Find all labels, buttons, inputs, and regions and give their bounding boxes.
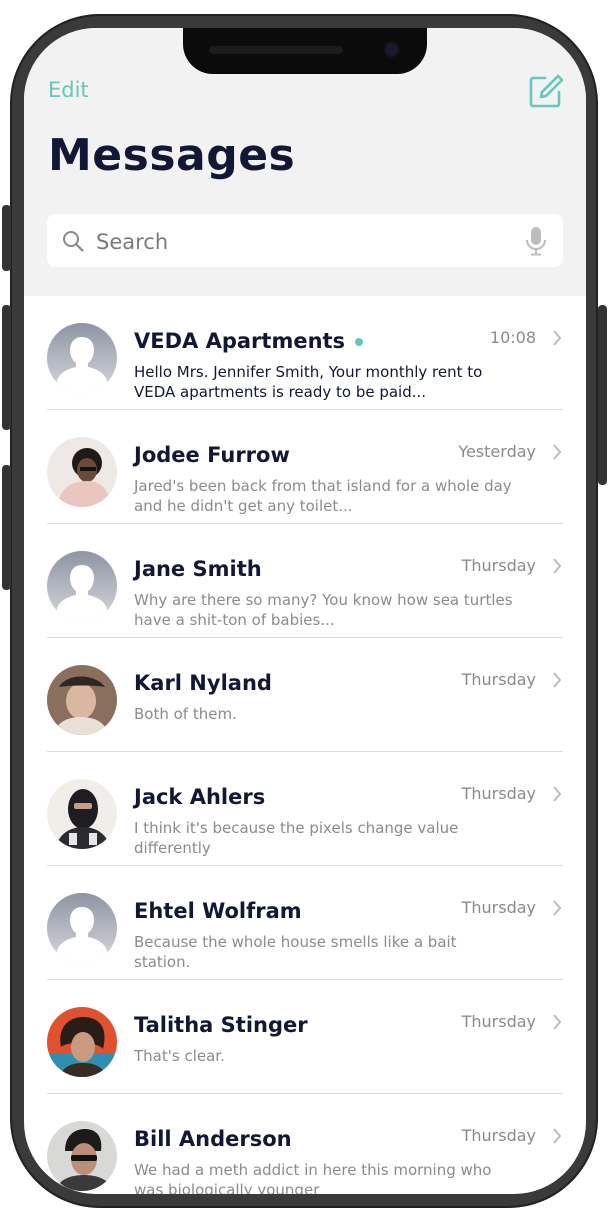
phone-notch: [183, 28, 427, 74]
message-preview: We had a meth addict in here this mornin…: [134, 1161, 492, 1194]
phone-screen: Edit Messages Search VEDA Apartments 10:…: [24, 28, 586, 1194]
avatar-placeholder: [47, 323, 117, 393]
chevron-right-icon: [553, 1128, 562, 1144]
message-time: Thursday: [461, 1012, 536, 1031]
unread-indicator: [355, 338, 364, 346]
chevron-right-icon: [553, 558, 562, 574]
contact-name: Jack Ahlers: [134, 785, 266, 809]
chevron-right-icon: [553, 1014, 562, 1030]
chevron-right-icon: [553, 672, 562, 688]
contact-name: Karl Nyland: [134, 671, 272, 695]
message-preview: Because the whole house smells like a ba…: [134, 933, 457, 971]
message-time: Thursday: [461, 670, 536, 689]
search-bar[interactable]: [47, 214, 563, 269]
compose-icon[interactable]: [529, 74, 563, 108]
search-icon: [63, 231, 84, 252]
chevron-right-icon: [553, 444, 562, 460]
avatar: [47, 665, 117, 735]
avatar: [47, 1007, 117, 1077]
search-input[interactable]: [94, 214, 518, 269]
conversation-row[interactable]: Jack Ahlers Thursday I think it's becaus…: [24, 752, 586, 866]
conversation-row[interactable]: Jane Smith Thursday Why are there so man…: [24, 524, 586, 638]
avatar-placeholder: [47, 893, 117, 963]
speaker-grille: [209, 46, 343, 54]
conversation-row[interactable]: Ehtel Wolfram Thursday Because the whole…: [24, 866, 586, 980]
avatar: [47, 1121, 117, 1191]
edit-button[interactable]: Edit: [48, 78, 89, 102]
contact-name: Ehtel Wolfram: [134, 899, 302, 923]
side-button: [2, 305, 11, 430]
front-camera: [385, 43, 398, 56]
avatar-placeholder: [47, 551, 117, 621]
message-time: Thursday: [461, 556, 536, 575]
chevron-right-icon: [553, 786, 562, 802]
contact-name: Talitha Stinger: [134, 1013, 308, 1037]
message-time: Thursday: [461, 784, 536, 803]
conversation-row[interactable]: Talitha Stinger Thursday That's clear.: [24, 980, 586, 1094]
conversation-row[interactable]: Jodee Furrow Yesterday Jared's been back…: [24, 410, 586, 524]
page-title: Messages: [48, 130, 296, 181]
message-time: Thursday: [461, 1126, 536, 1145]
chevron-right-icon: [553, 900, 562, 916]
message-preview: Jared's been back from that island for a…: [134, 477, 512, 515]
message-preview: That's clear.: [134, 1047, 225, 1065]
side-button: [2, 205, 11, 271]
contact-name: Jane Smith: [134, 557, 262, 581]
chevron-right-icon: [553, 330, 562, 346]
side-button: [2, 465, 11, 590]
message-preview: Hello Mrs. Jennifer Smith, Your monthly …: [134, 363, 483, 401]
conversation-row[interactable]: VEDA Apartments 10:08 Hello Mrs. Jennife…: [24, 296, 586, 410]
side-button: [598, 305, 607, 485]
message-preview: I think it's because the pixels change v…: [134, 819, 459, 857]
contact-name: VEDA Apartments: [134, 329, 346, 353]
avatar: [47, 437, 117, 507]
conversation-row[interactable]: Karl Nyland Thursday Both of them.: [24, 638, 586, 752]
conversation-row[interactable]: Bill Anderson Thursday We had a meth add…: [24, 1094, 586, 1194]
message-preview: Both of them.: [134, 705, 237, 723]
message-time: Thursday: [461, 898, 536, 917]
contact-name: Bill Anderson: [134, 1127, 292, 1151]
message-time: 10:08: [489, 328, 536, 347]
message-preview: Why are there so many? You know how sea …: [134, 591, 513, 629]
avatar: [47, 779, 117, 849]
mic-icon[interactable]: [525, 226, 547, 256]
message-time: Yesterday: [458, 442, 536, 461]
contact-name: Jodee Furrow: [134, 443, 290, 467]
